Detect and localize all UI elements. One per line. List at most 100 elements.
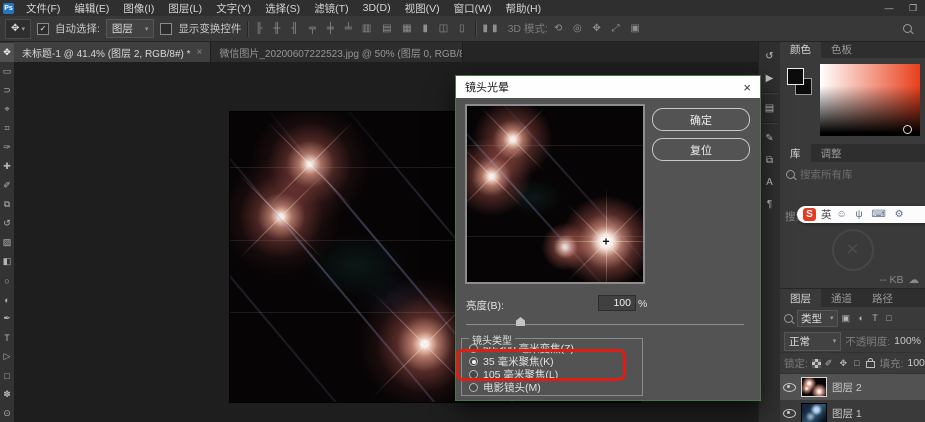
tab-paths[interactable]: 路径 xyxy=(862,289,903,307)
document-tab-wechat-image[interactable]: 微信图片_20200607222523.jpg @ 50% (图层 0, RGB… xyxy=(211,42,463,62)
flare-preview[interactable]: + xyxy=(465,104,645,284)
visibility-eye-icon[interactable] xyxy=(783,383,796,392)
layer-name[interactable]: 图层 2 xyxy=(832,380,862,395)
lock-transparency-icon[interactable] xyxy=(812,359,821,368)
lock-position-icon[interactable]: ✥ xyxy=(839,358,850,369)
tab-channels[interactable]: 通道 xyxy=(821,289,862,307)
lock-artboard-icon[interactable]: □ xyxy=(854,358,862,368)
reset-button[interactable]: 复位 xyxy=(652,138,750,161)
menu-help[interactable]: 帮助(H) xyxy=(499,1,549,16)
tab-color[interactable]: 颜色 xyxy=(780,40,821,58)
visibility-eye-icon[interactable] xyxy=(783,409,796,418)
marquee-tool[interactable]: ▭ xyxy=(0,62,14,81)
fill-value[interactable]: 100% xyxy=(907,357,925,369)
menu-image[interactable]: 图像(I) xyxy=(116,1,161,16)
auto-select-checkbox[interactable]: ✓ xyxy=(37,23,49,35)
3d-mode-icons[interactable]: ⟲ ◎ ✥ ⤢ ▣ xyxy=(554,23,644,34)
radio-icon[interactable] xyxy=(469,370,478,379)
lasso-tool[interactable]: ⊃ xyxy=(0,81,14,100)
alignment-icons[interactable]: ╟ ╫ ╢ ╤ ╪ ╧ xyxy=(255,23,355,34)
brush-settings-panel-icon[interactable]: ✎ xyxy=(760,128,780,148)
adjustments-panel-icon[interactable]: ▤ xyxy=(760,98,780,118)
layer-row-1[interactable]: 图层 1 xyxy=(780,400,925,422)
color-picker-gradient[interactable] xyxy=(820,64,920,136)
sogou-ime-bar[interactable]: S 英 ☺ ψ ⌨ ⚙ xyxy=(797,206,925,223)
distribute-icons[interactable]: ▥ ▤ ▦ ▮ ◫ ▯ xyxy=(362,23,469,34)
tab-adjustments[interactable]: 调整 xyxy=(811,144,852,162)
lens-option-movie-prime[interactable]: 电影镜头(M) xyxy=(462,381,642,394)
healing-brush-tool[interactable]: ✚ xyxy=(0,157,14,176)
close-icon[interactable]: × xyxy=(743,81,751,94)
minimize-button[interactable]: — xyxy=(877,3,901,13)
radio-icon[interactable] xyxy=(469,344,478,353)
move-tool[interactable]: ✥ xyxy=(0,43,14,62)
layer-thumbnail[interactable] xyxy=(801,403,827,422)
layer-row-2[interactable]: 图层 2 xyxy=(780,374,925,400)
clone-stamp-tool[interactable]: ⧉ xyxy=(0,195,14,214)
filter-search-icon[interactable] xyxy=(784,314,793,323)
zoom-tool[interactable]: ⊙ xyxy=(0,404,14,422)
tab-libraries[interactable]: 库 xyxy=(780,144,811,162)
menu-type[interactable]: 文字(Y) xyxy=(209,1,258,16)
history-panel-icon[interactable]: ↺ xyxy=(760,46,780,66)
auto-select-target-dropdown[interactable]: 图层 ▾ xyxy=(106,19,155,38)
close-icon[interactable]: × xyxy=(197,47,203,58)
ime-toolbar-icons[interactable]: ☺ ψ ⌨ ⚙ xyxy=(837,209,907,220)
crop-tool[interactable]: ⌗ xyxy=(0,119,14,138)
menu-window[interactable]: 窗口(W) xyxy=(447,1,499,16)
sogou-logo-icon[interactable]: S xyxy=(803,208,816,221)
history-brush-tool[interactable]: ↺ xyxy=(0,214,14,233)
lock-pixels-icon[interactable]: ✐ xyxy=(825,358,836,369)
color-picker-ring[interactable] xyxy=(903,125,912,134)
tab-layers[interactable]: 图层 xyxy=(780,289,821,307)
layer-thumbnail[interactable] xyxy=(801,377,827,397)
brightness-slider-track[interactable] xyxy=(466,324,744,325)
menu-layer[interactable]: 图层(L) xyxy=(161,1,209,16)
distribute-spacing-icons[interactable]: ▮▮ xyxy=(483,23,502,34)
layer-name[interactable]: 图层 1 xyxy=(832,406,862,421)
dodge-tool[interactable]: ◐ xyxy=(0,290,14,309)
quick-selection-tool[interactable]: ⌖ xyxy=(0,100,14,119)
hand-tool[interactable]: ✽ xyxy=(0,385,14,404)
filter-type-dropdown[interactable]: 类型 ▾ xyxy=(797,310,838,327)
flare-center-crosshair[interactable]: + xyxy=(603,234,610,248)
gradient-tool[interactable]: ◧ xyxy=(0,252,14,271)
library-search-input[interactable]: 搜索所有库 xyxy=(786,166,919,182)
show-transform-checkbox[interactable] xyxy=(160,23,172,35)
shape-tool[interactable]: □ xyxy=(0,366,14,385)
filter-kind-icons[interactable]: ▣ ◐ T □ xyxy=(842,313,895,324)
document-tab-untitled[interactable]: 未标题-1 @ 41.4% (图层 2, RGB/8#) * × xyxy=(14,42,211,62)
ime-language-indicator[interactable]: 英 xyxy=(821,207,832,222)
brightness-slider-thumb[interactable] xyxy=(516,317,525,326)
menu-file[interactable]: 文件(F) xyxy=(19,1,67,16)
dialog-title-bar[interactable]: 镜头光晕 × xyxy=(456,76,760,98)
menu-view[interactable]: 视图(V) xyxy=(398,1,447,16)
search-icon[interactable] xyxy=(903,24,912,33)
restore-button[interactable]: ❐ xyxy=(901,3,925,14)
path-selection-tool[interactable]: ▷ xyxy=(0,347,14,366)
ok-button[interactable]: 确定 xyxy=(652,108,750,131)
menu-edit[interactable]: 编辑(E) xyxy=(67,1,116,16)
menu-filter[interactable]: 滤镜(T) xyxy=(307,1,355,16)
menu-select[interactable]: 选择(S) xyxy=(258,1,307,16)
brush-tool[interactable]: ✐ xyxy=(0,176,14,195)
menu-3d[interactable]: 3D(D) xyxy=(356,2,398,14)
clone-source-panel-icon[interactable]: ⧉ xyxy=(760,150,780,170)
opacity-value[interactable]: 100% xyxy=(894,335,921,347)
blur-tool[interactable]: ○ xyxy=(0,271,14,290)
foreground-color-swatch[interactable] xyxy=(787,68,804,85)
lock-all-icon[interactable] xyxy=(866,361,875,368)
pen-tool[interactable]: ✒ xyxy=(0,309,14,328)
eraser-tool[interactable]: ▨ xyxy=(0,233,14,252)
character-panel-icon[interactable]: A xyxy=(760,172,780,192)
current-tool-icon[interactable]: ✥▾ xyxy=(5,19,31,39)
radio-icon[interactable] xyxy=(469,383,478,392)
type-tool[interactable]: T xyxy=(0,328,14,347)
tab-swatches[interactable]: 色板 xyxy=(821,40,862,58)
paragraph-panel-icon[interactable]: ¶ xyxy=(760,194,780,214)
brightness-value-field[interactable]: 100 xyxy=(598,295,636,311)
radio-icon-selected[interactable] xyxy=(469,357,478,366)
blend-mode-dropdown[interactable]: 正常 ▾ xyxy=(784,332,841,351)
actions-panel-icon[interactable]: ▶ xyxy=(760,68,780,88)
eyedropper-tool[interactable]: ✑ xyxy=(0,138,14,157)
